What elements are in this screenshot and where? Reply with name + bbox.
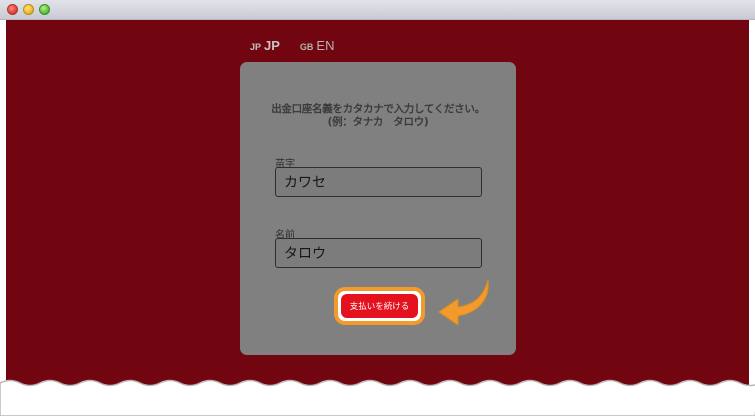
instruction-line-1: 出金口座名義をカタカナで入力してください。 <box>271 103 485 115</box>
flag-gb-code: GB <box>299 42 314 52</box>
wave-edge <box>0 379 755 416</box>
given-name-input[interactable] <box>275 238 482 268</box>
torn-edge-wave <box>0 379 755 416</box>
continue-payment-button[interactable]: 支払いを続ける <box>341 294 418 318</box>
minimize-window-button[interactable] <box>23 4 34 15</box>
language-option-jp[interactable]: JP JP <box>250 38 280 53</box>
zoom-window-button[interactable] <box>39 4 50 15</box>
language-label-en: EN <box>316 38 335 53</box>
surname-input[interactable] <box>275 167 482 197</box>
language-selector: JP JP GB EN <box>250 38 335 53</box>
instruction-line-2: (例：タナカ タロウ) <box>327 116 429 128</box>
page-viewport: JP JP GB EN 出金口座名義をカタカナで入力してください。 (例：タナカ… <box>6 20 749 416</box>
close-window-button[interactable] <box>7 4 18 15</box>
arrow-shape <box>438 279 489 326</box>
form-instruction: 出金口座名義をカタカナで入力してください。 (例：タナカ タロウ) <box>240 103 516 129</box>
language-option-en[interactable]: GB EN <box>300 38 335 53</box>
window-titlebar <box>0 0 755 20</box>
curved-arrow-icon <box>438 279 489 326</box>
continue-button-highlight: 支払いを続ける <box>334 287 425 325</box>
browser-window: JP JP GB EN 出金口座名義をカタカナで入力してください。 (例：タナカ… <box>0 0 755 416</box>
flag-jp-code: JP <box>250 42 262 52</box>
language-label-jp: JP <box>264 38 280 53</box>
